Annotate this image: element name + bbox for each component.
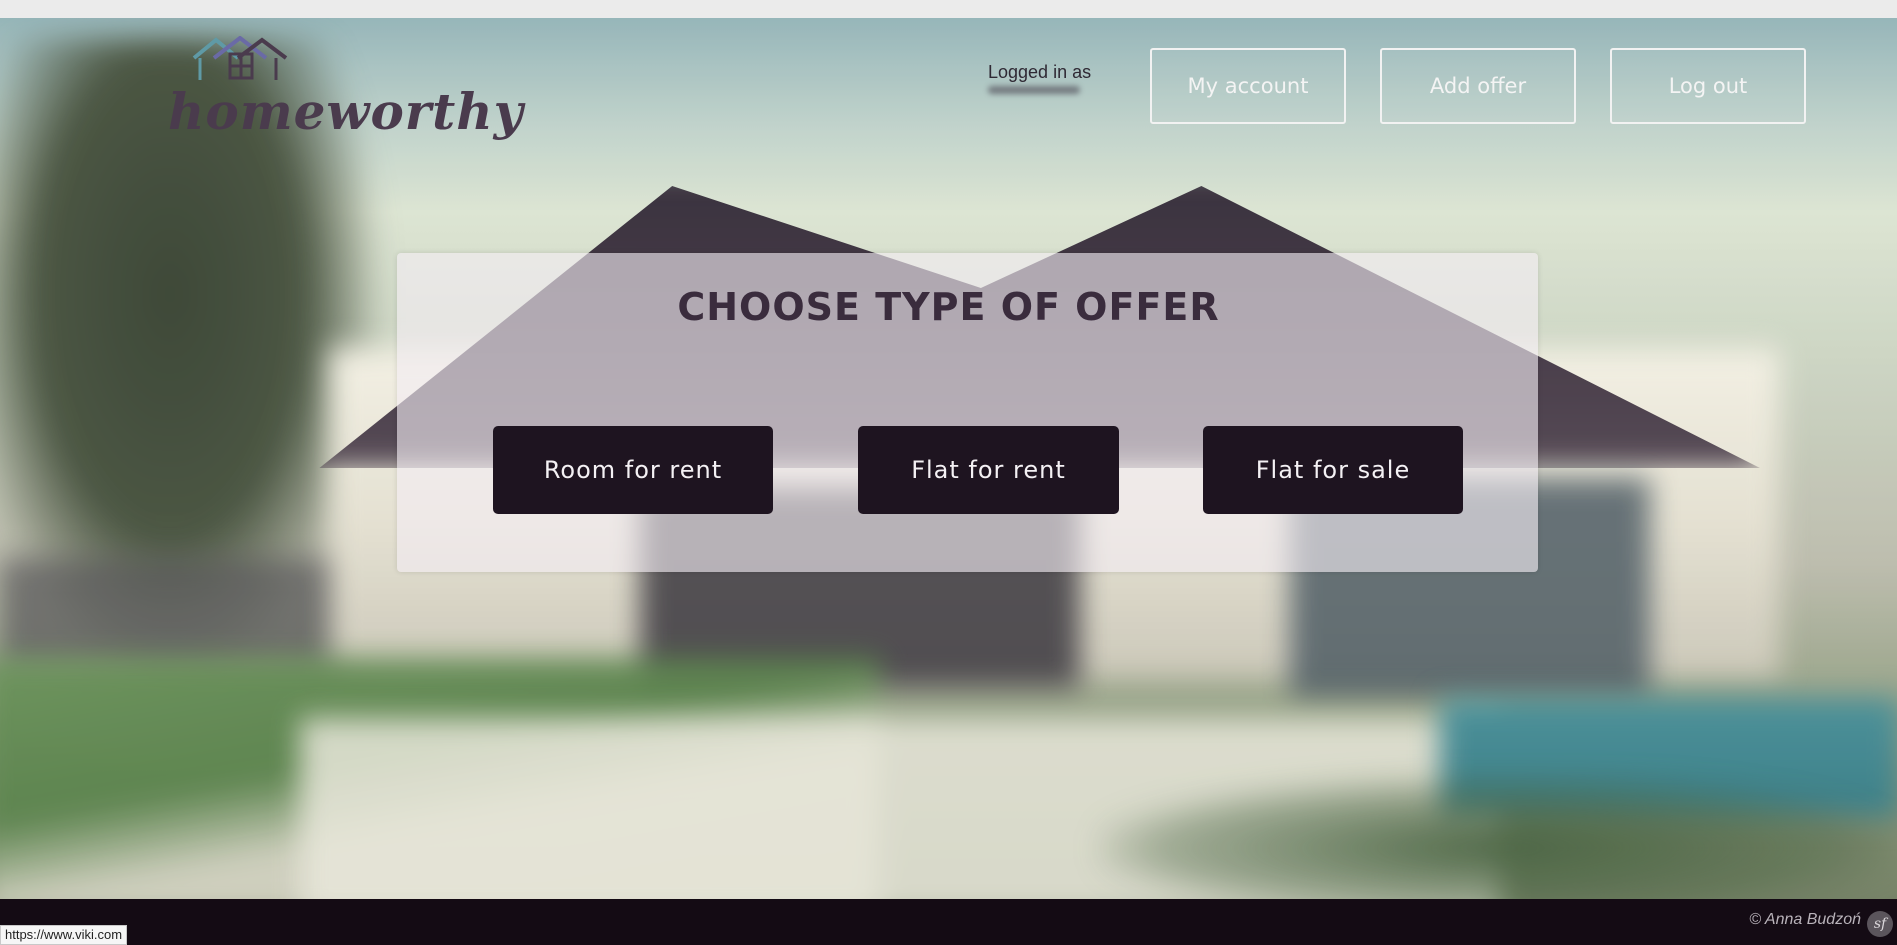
- room-for-rent-button[interactable]: Room for rent: [493, 426, 773, 514]
- house-roofs-icon: [192, 36, 288, 80]
- browser-status-url: https://www.viki.com: [0, 925, 128, 945]
- add-offer-button[interactable]: Add offer: [1380, 48, 1576, 124]
- flat-for-rent-button[interactable]: Flat for rent: [858, 426, 1119, 514]
- homeworthy-logo[interactable]: homeworthy: [168, 36, 523, 141]
- logged-in-username-redacted: [988, 86, 1080, 94]
- symfony-icon[interactable]: sf: [1867, 911, 1893, 937]
- my-account-button[interactable]: My account: [1150, 48, 1346, 124]
- footer: © Anna Budzoń sf: [0, 899, 1897, 945]
- browser-top-strip: [0, 0, 1897, 18]
- logged-in-label: Logged in as: [988, 62, 1092, 82]
- log-out-button[interactable]: Log out: [1610, 48, 1806, 124]
- panel-title: CHOOSE TYPE OF OFFER: [677, 285, 1220, 329]
- footer-credit: © Anna Budzoń: [1749, 911, 1861, 928]
- flat-for-sale-button[interactable]: Flat for sale: [1203, 426, 1463, 514]
- brand-wordmark: homeworthy: [168, 82, 524, 141]
